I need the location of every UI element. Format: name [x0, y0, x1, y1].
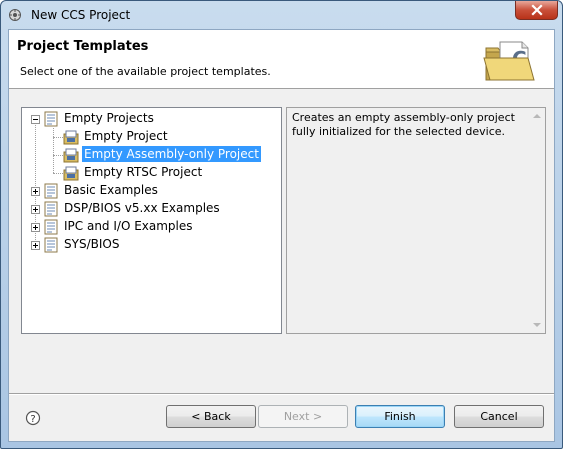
template-tree[interactable]: Empty Projects Empty Project Empty Assem…	[21, 107, 282, 334]
template-group-icon	[44, 219, 58, 235]
tree-item-ipc-io-examples[interactable]: IPC and I/O Examples	[62, 218, 195, 234]
tree-connector	[53, 137, 63, 139]
project-icon	[63, 130, 79, 145]
collapse-toggle[interactable]	[31, 115, 40, 124]
tree-connector	[53, 155, 63, 157]
dialog-body: Project Templates Select one of the avai…	[8, 29, 555, 442]
template-group-icon	[44, 111, 58, 127]
finish-button[interactable]: Finish	[355, 405, 445, 428]
tree-item-sys-bios[interactable]: SYS/BIOS	[62, 236, 121, 252]
back-button[interactable]: < Back	[166, 405, 256, 428]
tree-item-empty-projects[interactable]: Empty Projects	[62, 110, 156, 126]
tree-connector	[53, 128, 55, 173]
project-icon	[63, 166, 79, 181]
tree-item-empty-assembly-only-project[interactable]: Empty Assembly-only Project	[82, 146, 261, 162]
window-title: New CCS Project	[31, 8, 131, 22]
tree-item-empty-rtsc-project[interactable]: Empty RTSC Project	[82, 164, 204, 180]
expand-toggle[interactable]	[31, 223, 40, 232]
scroll-down-icon[interactable]	[533, 323, 541, 328]
scroll-up-icon[interactable]	[533, 113, 541, 118]
close-button[interactable]	[515, 1, 558, 20]
wizard-header: Project Templates Select one of the avai…	[9, 30, 554, 89]
help-icon[interactable]: ?	[25, 410, 41, 426]
project-icon	[63, 148, 79, 163]
template-group-icon	[44, 201, 58, 217]
ccs-folder-icon: C	[483, 41, 535, 81]
tree-connector	[53, 173, 63, 175]
page-title: Project Templates	[17, 39, 149, 54]
template-description-panel: Creates an empty assembly-only project f…	[286, 107, 546, 334]
ccs-app-icon	[9, 9, 21, 21]
description-scrollbar[interactable]	[530, 109, 544, 332]
tree-item-dsp-bios-examples[interactable]: DSP/BIOS v5.xx Examples	[62, 200, 222, 216]
cancel-button[interactable]: Cancel	[454, 405, 544, 428]
template-group-icon	[44, 183, 58, 199]
expand-toggle[interactable]	[31, 187, 40, 196]
expand-toggle[interactable]	[31, 205, 40, 214]
dialog-window: New CCS Project Project Templates Select…	[0, 0, 563, 449]
close-icon	[530, 4, 543, 16]
tree-item-basic-examples[interactable]: Basic Examples	[62, 182, 160, 198]
title-bar[interactable]: New CCS Project	[1, 1, 562, 29]
template-description: Creates an empty assembly-only project f…	[292, 111, 515, 138]
footer-separator	[9, 393, 554, 395]
page-description: Select one of the available project temp…	[20, 65, 271, 78]
template-group-icon	[44, 237, 58, 253]
expand-toggle[interactable]	[31, 241, 40, 250]
tree-item-empty-project[interactable]: Empty Project	[82, 128, 170, 144]
svg-text:?: ?	[30, 414, 35, 425]
next-button[interactable]: Next >	[258, 405, 348, 428]
